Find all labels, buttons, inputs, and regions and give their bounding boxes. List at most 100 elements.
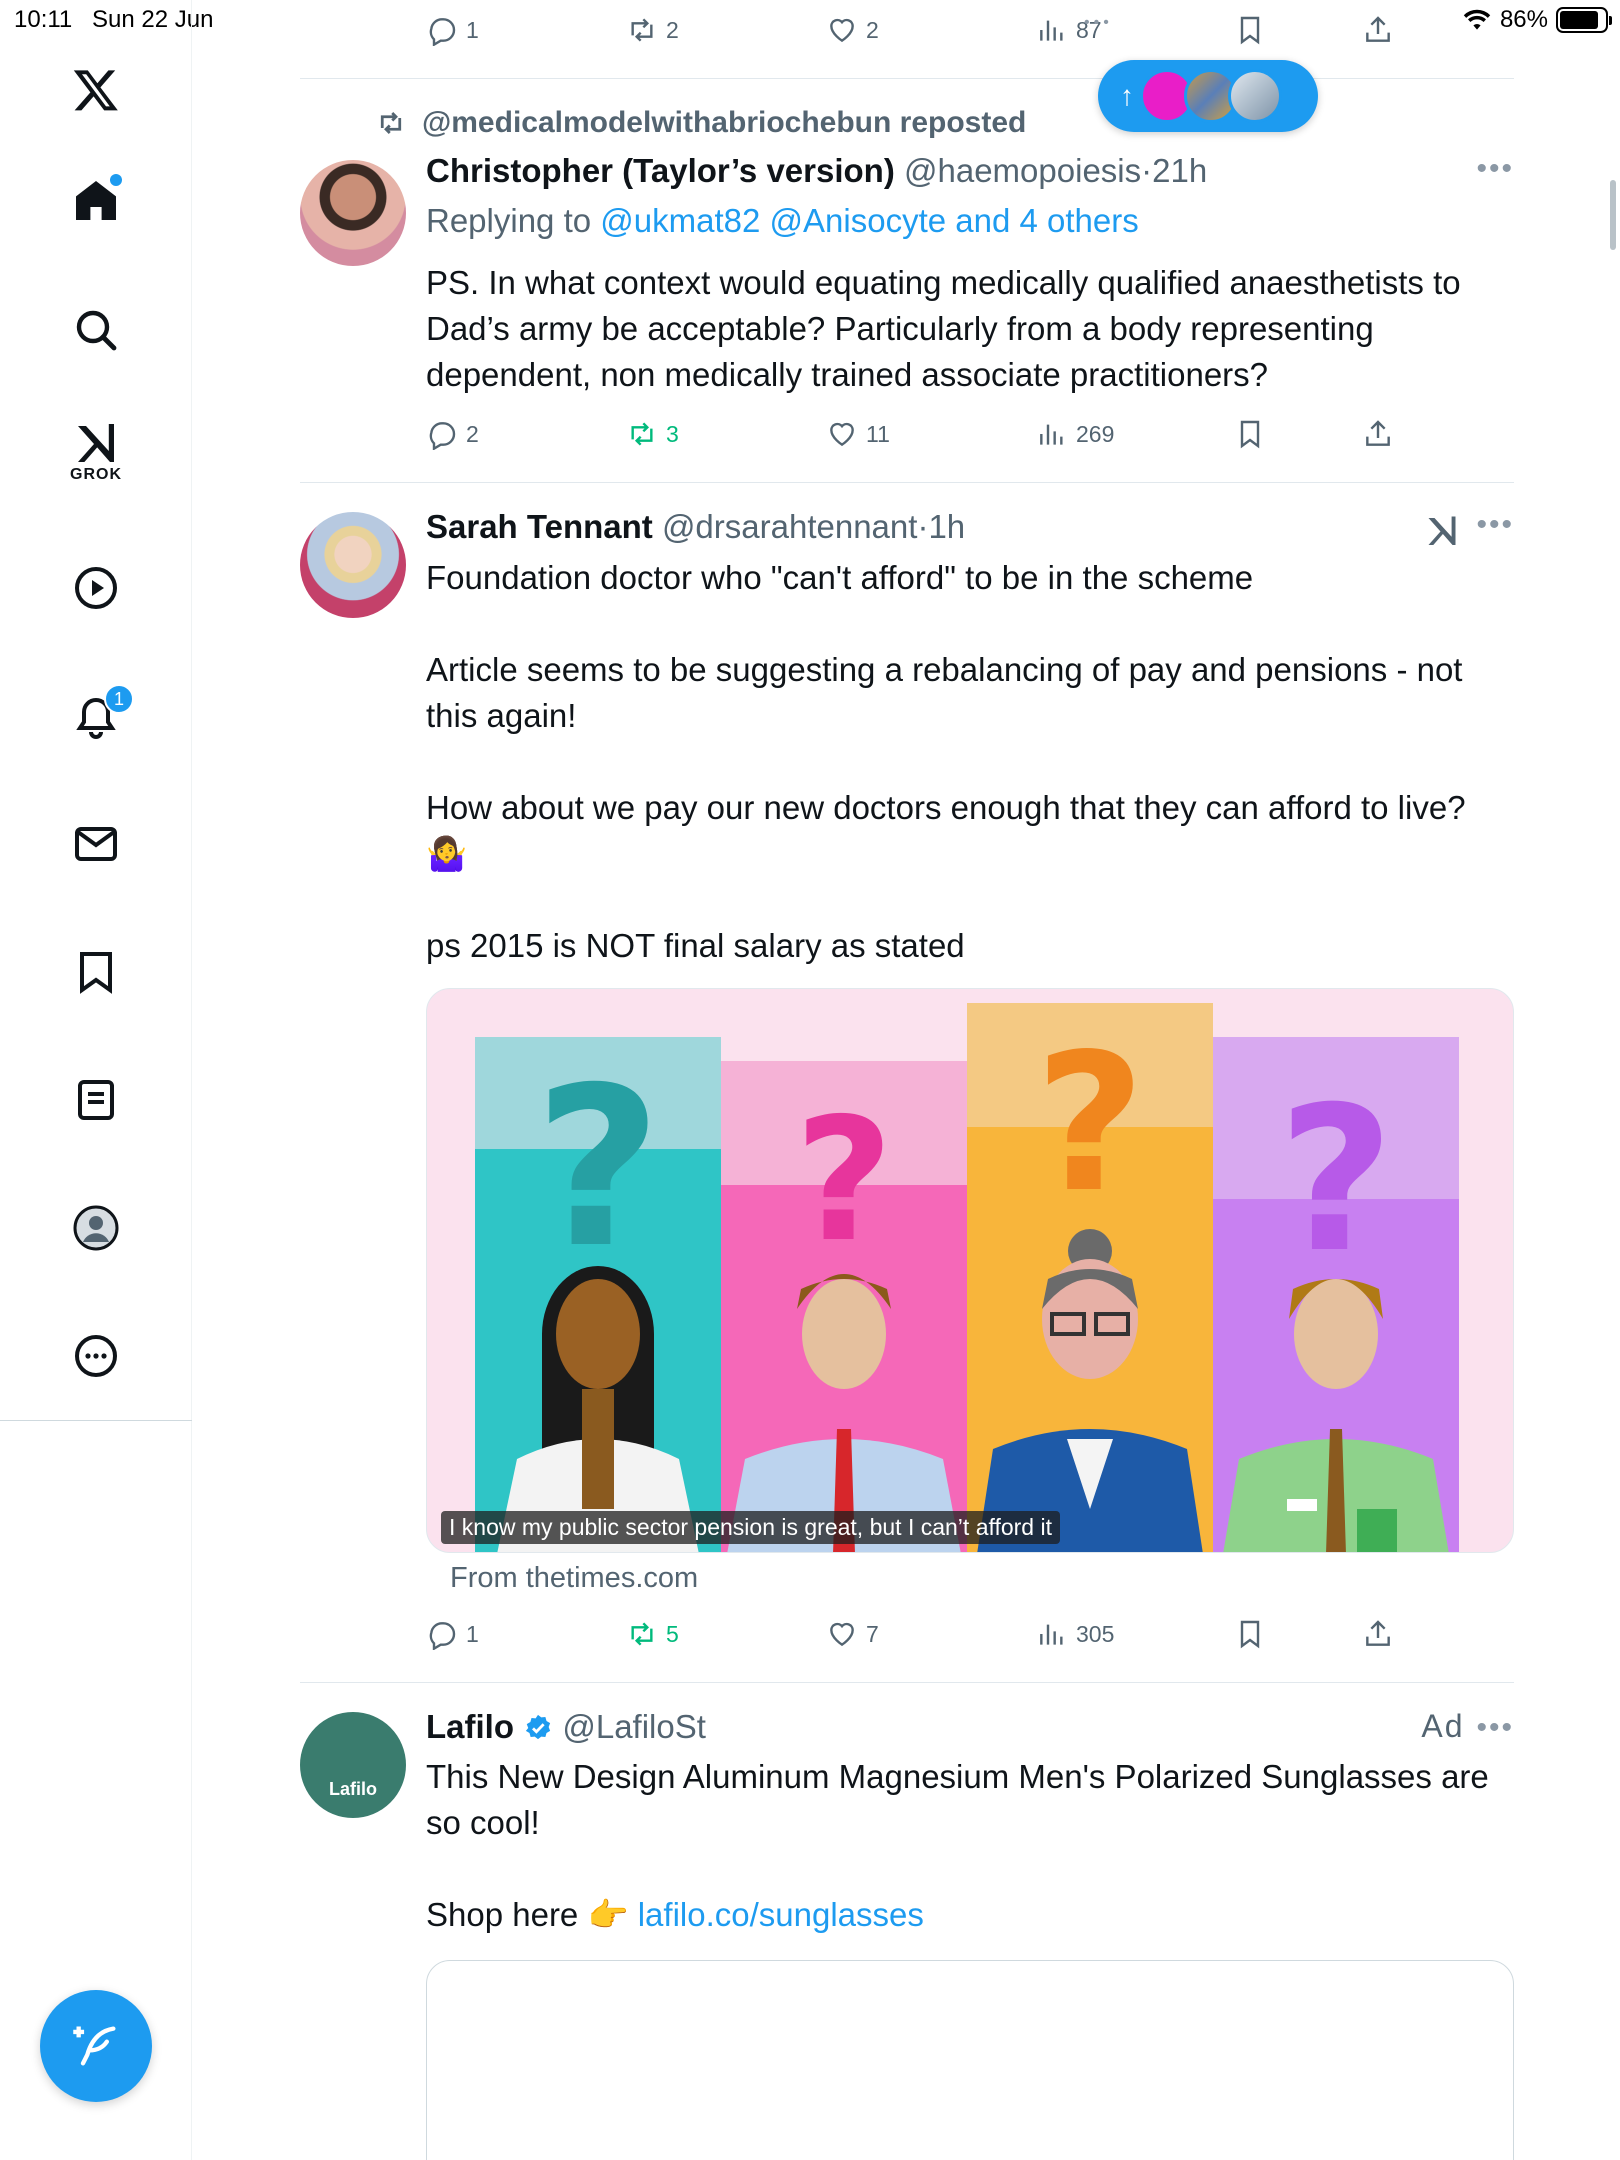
compose-post-button[interactable] xyxy=(40,1990,152,2102)
new-posts-pill[interactable]: ↑ xyxy=(1098,60,1318,132)
ad-media-card[interactable] xyxy=(426,1960,1514,2160)
sidebar-item-more[interactable] xyxy=(56,1316,136,1396)
tweet-text: This New Design Aluminum Magnesium Men's… xyxy=(426,1754,1516,1938)
tweet-header-right: Ad ••• xyxy=(1421,1708,1514,1745)
profile-avatar-icon xyxy=(73,1205,119,1251)
sidebar-item-bookmarks[interactable] xyxy=(56,932,136,1012)
timestamp[interactable]: 21h xyxy=(1152,152,1207,189)
media-image[interactable]: ? ? ? ? I know my public sector pension … xyxy=(426,988,1514,1553)
tweet-line: This New Design Aluminum Magnesium Men's… xyxy=(426,1758,1489,1841)
share-button[interactable] xyxy=(1362,8,1394,52)
share-icon xyxy=(1366,1620,1390,1646)
repost-count: 3 xyxy=(666,420,679,447)
tweet-line: Article seems to be suggesting a rebalan… xyxy=(426,651,1463,734)
reply-button[interactable]: 2 xyxy=(426,412,479,456)
bookmark-icon xyxy=(80,952,112,994)
views-chart-icon xyxy=(1040,1624,1063,1645)
sidebar-item-home[interactable] xyxy=(56,160,136,240)
sidebar-item-profile[interactable] xyxy=(56,1188,136,1268)
like-button[interactable]: 11 xyxy=(826,412,890,456)
like-count: 2 xyxy=(866,16,879,43)
like-button[interactable]: 2 xyxy=(826,8,879,52)
avatar[interactable] xyxy=(300,512,406,618)
repost-button[interactable]: 2 xyxy=(626,8,679,52)
author-handle[interactable]: @drsarahtennant xyxy=(662,508,918,545)
sidebar: GROK 1 xyxy=(0,0,192,2160)
views-button[interactable]: 305 xyxy=(1036,1612,1114,1656)
sidebar-item-notifications[interactable]: 1 xyxy=(56,676,136,756)
reply-button[interactable]: 1 xyxy=(426,8,479,52)
author-handle[interactable]: @haemopoiesis xyxy=(904,152,1141,189)
more-options-icon[interactable]: ••• xyxy=(1476,508,1514,542)
reply-count: 1 xyxy=(466,1620,479,1647)
tweet-line: Shop here 👉 lafilo.co/sunglasses xyxy=(426,1892,1516,1938)
notifications-badge: 1 xyxy=(104,684,134,714)
author-name[interactable]: Lafilo xyxy=(426,1708,514,1745)
reply-button[interactable]: 1 xyxy=(426,1612,479,1656)
timeline: 1 2 2 87 ••• ↑ @medicalmodelwithabrioche… xyxy=(300,0,1514,2160)
media-caption: I know my public sector pension is great… xyxy=(441,1511,1060,1544)
bookmark-icon xyxy=(1240,16,1260,45)
x-logo-icon[interactable] xyxy=(56,50,136,130)
bookmark-button[interactable] xyxy=(1234,8,1266,52)
repost-banner-text: @medicalmodelwithabriochebun reposted xyxy=(422,106,1027,139)
share-button[interactable] xyxy=(1362,412,1394,456)
bookmark-icon xyxy=(1240,1620,1260,1649)
tweet-line: ps 2015 is NOT final salary as stated xyxy=(426,927,965,964)
avatar[interactable] xyxy=(300,160,406,266)
tweet-line: Foundation doctor who "can't afford" to … xyxy=(426,559,1254,596)
grok-icon[interactable] xyxy=(1424,512,1460,548)
timestamp[interactable]: 1h xyxy=(928,508,965,545)
separator: · xyxy=(1141,152,1153,189)
sidebar-item-search[interactable] xyxy=(56,290,136,370)
verified-badge-icon xyxy=(526,1714,551,1740)
more-options-icon[interactable]: ••• xyxy=(1476,1711,1514,1744)
reply-icon xyxy=(429,1622,456,1650)
sidebar-item-grok[interactable]: GROK xyxy=(56,410,136,490)
reply-icon xyxy=(429,422,456,450)
views-button[interactable]: 269 xyxy=(1036,412,1114,456)
share-button[interactable] xyxy=(1362,1612,1394,1656)
home-unread-dot xyxy=(110,174,122,186)
tweet-text: PS. In what context would equating medic… xyxy=(426,264,1461,393)
more-options-icon[interactable]: ••• xyxy=(1476,152,1514,186)
repost-banner[interactable]: @medicalmodelwithabriochebun reposted xyxy=(376,106,1026,140)
tweet-header: Lafilo @LafiloSt Ad ••• xyxy=(426,1708,1514,1746)
repost-button[interactable]: 5 xyxy=(626,1612,679,1656)
tweet-line xyxy=(426,601,1516,647)
sidebar-item-video[interactable] xyxy=(56,548,136,628)
tweet-line: How about we pay our new doctors enough … xyxy=(426,789,1466,826)
author-handle[interactable]: @LafiloSt xyxy=(562,1708,706,1745)
list-icon xyxy=(78,1080,114,1120)
bookmark-button[interactable] xyxy=(1234,412,1266,456)
svg-text:?: ? xyxy=(795,1082,894,1280)
author-name[interactable]: Sarah Tennant xyxy=(426,508,653,545)
tweet-header: Christopher (Taylor’s version) @haemopoi… xyxy=(426,152,1514,190)
views-chart-icon xyxy=(1040,20,1063,41)
sidebar-divider xyxy=(0,1420,192,1421)
svg-text:?: ? xyxy=(1035,1013,1145,1234)
avatar[interactable]: Lafilo xyxy=(300,1712,406,1818)
share-icon xyxy=(1366,16,1390,42)
author-name[interactable]: Christopher (Taylor’s version) xyxy=(426,152,895,189)
heart-icon xyxy=(830,422,854,447)
sidebar-item-messages[interactable] xyxy=(56,804,136,884)
scrollbar[interactable] xyxy=(1610,180,1616,250)
bookmark-button[interactable] xyxy=(1234,1612,1266,1656)
envelope-icon xyxy=(75,827,117,861)
share-icon xyxy=(1366,420,1390,446)
replying-to-users[interactable]: @ukmat82 @Anisocyte and 4 others xyxy=(600,202,1138,239)
tweet-line xyxy=(426,739,1516,785)
link-source[interactable]: From thetimes.com xyxy=(450,1562,698,1595)
battery-icon xyxy=(1556,7,1612,33)
sidebar-item-lists[interactable] xyxy=(56,1060,136,1140)
repost-count: 2 xyxy=(666,16,679,43)
repost-count: 5 xyxy=(666,1620,679,1647)
heart-icon xyxy=(830,18,854,43)
like-button[interactable]: 7 xyxy=(826,1612,879,1656)
ad-link[interactable]: lafilo.co/sunglasses xyxy=(638,1896,924,1933)
battery-level xyxy=(1560,11,1598,29)
illustration: ? ? ? ? xyxy=(475,1003,1459,1552)
views-count: 269 xyxy=(1076,420,1115,447)
repost-button[interactable]: 3 xyxy=(626,412,679,456)
